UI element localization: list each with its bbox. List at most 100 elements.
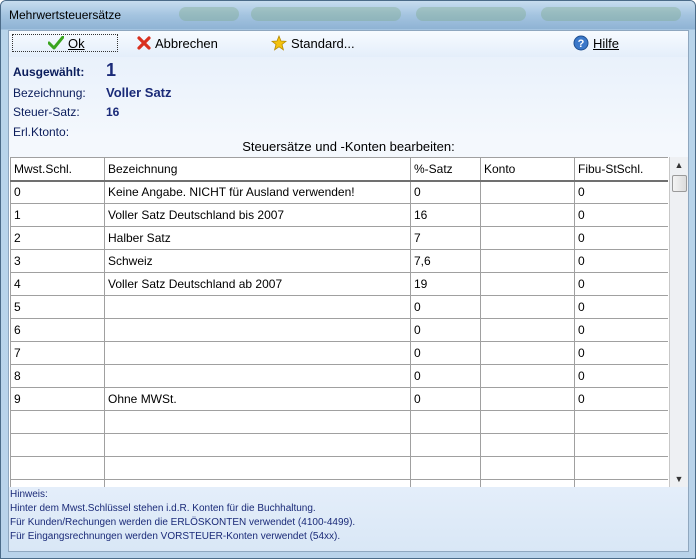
- cell-bezeichnung[interactable]: [104, 479, 411, 487]
- cell-mwst-schl[interactable]: 7: [10, 341, 105, 365]
- table-row[interactable]: 5 0 0: [10, 295, 668, 319]
- cell-mwst-schl[interactable]: [10, 433, 105, 457]
- title-bar[interactable]: Mehrwertsteuersätze: [1, 1, 695, 29]
- table-row[interactable]: [10, 410, 668, 434]
- scroll-down-icon[interactable]: ▼: [671, 471, 687, 487]
- cell-bezeichnung[interactable]: [104, 295, 411, 319]
- table-row[interactable]: 2 Halber Satz 7 0: [10, 226, 668, 250]
- cell-satz[interactable]: 0: [410, 295, 481, 319]
- cell-konto[interactable]: [480, 226, 575, 250]
- cell-konto[interactable]: [480, 249, 575, 273]
- cell-konto[interactable]: [480, 364, 575, 388]
- cell-konto[interactable]: [480, 180, 575, 204]
- cell-mwst-schl[interactable]: [10, 479, 105, 487]
- scroll-up-icon[interactable]: ▲: [671, 157, 687, 173]
- header-col-konto[interactable]: Konto: [480, 157, 575, 182]
- table-row[interactable]: [10, 456, 668, 480]
- cell-mwst-schl[interactable]: [10, 456, 105, 480]
- header-col-mwst-schl[interactable]: Mwst.Schl.: [10, 157, 105, 182]
- cell-mwst-schl[interactable]: 8: [10, 364, 105, 388]
- cell-fibu-stschl[interactable]: 0: [574, 180, 668, 204]
- table-row[interactable]: 0 Keine Angabe. NICHT für Ausland verwend…: [10, 180, 668, 204]
- cell-fibu-stschl[interactable]: [574, 479, 668, 487]
- table-row[interactable]: 1 Voller Satz Deutschland bis 2007 16 0: [10, 203, 668, 227]
- cell-fibu-stschl[interactable]: 0: [574, 341, 668, 365]
- cell-mwst-schl[interactable]: 0: [10, 180, 105, 204]
- cell-fibu-stschl[interactable]: 0: [574, 226, 668, 250]
- table-row[interactable]: 9 Ohne MWSt. 0 0: [10, 387, 668, 411]
- cell-bezeichnung[interactable]: [104, 410, 411, 434]
- name-label: Bezeichnung:: [13, 86, 86, 100]
- cell-konto[interactable]: [480, 341, 575, 365]
- cell-mwst-schl[interactable]: 9: [10, 387, 105, 411]
- cell-satz[interactable]: 16: [410, 203, 481, 227]
- cell-fibu-stschl[interactable]: 0: [574, 387, 668, 411]
- cell-satz[interactable]: 0: [410, 341, 481, 365]
- cell-satz[interactable]: 19: [410, 272, 481, 296]
- table-row[interactable]: [10, 479, 668, 487]
- cell-fibu-stschl[interactable]: [574, 456, 668, 480]
- header-col-bezeichnung[interactable]: Bezeichnung: [104, 157, 411, 182]
- cell-bezeichnung[interactable]: [104, 318, 411, 342]
- cell-konto[interactable]: [480, 295, 575, 319]
- cell-satz[interactable]: [410, 456, 481, 480]
- cell-mwst-schl[interactable]: [10, 410, 105, 434]
- cell-satz[interactable]: 0: [410, 180, 481, 204]
- cell-bezeichnung[interactable]: Keine Angabe. NICHT für Ausland verwende…: [104, 180, 411, 204]
- table-row[interactable]: 3 Schweiz 7,6 0: [10, 249, 668, 273]
- cell-konto[interactable]: [480, 479, 575, 487]
- header-col-satz[interactable]: %-Satz: [410, 157, 481, 182]
- cell-konto[interactable]: [480, 433, 575, 457]
- cell-konto[interactable]: [480, 203, 575, 227]
- cell-konto[interactable]: [480, 272, 575, 296]
- toolbar: Ok Abbrechen Standard... ? Hilfe: [9, 31, 688, 57]
- cell-mwst-schl[interactable]: 5: [10, 295, 105, 319]
- cell-bezeichnung[interactable]: Schweiz: [104, 249, 411, 273]
- cell-fibu-stschl[interactable]: 0: [574, 364, 668, 388]
- cancel-button[interactable]: Abbrechen: [137, 34, 218, 52]
- cell-satz[interactable]: [410, 479, 481, 487]
- cell-konto[interactable]: [480, 387, 575, 411]
- standard-button[interactable]: Standard...: [271, 34, 355, 52]
- cell-konto[interactable]: [480, 456, 575, 480]
- table-row[interactable]: 7 0 0: [10, 341, 668, 365]
- cell-satz[interactable]: 0: [410, 387, 481, 411]
- cell-satz[interactable]: 0: [410, 364, 481, 388]
- table-row[interactable]: 6 0 0: [10, 318, 668, 342]
- cell-satz[interactable]: 7: [410, 226, 481, 250]
- cell-bezeichnung[interactable]: Voller Satz Deutschland bis 2007: [104, 203, 411, 227]
- cell-fibu-stschl[interactable]: 0: [574, 249, 668, 273]
- cell-konto[interactable]: [480, 318, 575, 342]
- cell-mwst-schl[interactable]: 4: [10, 272, 105, 296]
- cell-mwst-schl[interactable]: 3: [10, 249, 105, 273]
- cell-bezeichnung[interactable]: [104, 456, 411, 480]
- cell-satz[interactable]: 7,6: [410, 249, 481, 273]
- cell-konto[interactable]: [480, 410, 575, 434]
- table-row[interactable]: 8 0 0: [10, 364, 668, 388]
- vertical-scrollbar[interactable]: ▲ ▼: [669, 157, 688, 487]
- cell-fibu-stschl[interactable]: [574, 410, 668, 434]
- cell-mwst-schl[interactable]: 6: [10, 318, 105, 342]
- cell-bezeichnung[interactable]: Halber Satz: [104, 226, 411, 250]
- table-row[interactable]: [10, 433, 668, 457]
- cell-bezeichnung[interactable]: [104, 433, 411, 457]
- scroll-thumb[interactable]: [672, 175, 687, 192]
- cell-bezeichnung[interactable]: Ohne MWSt.: [104, 387, 411, 411]
- cell-fibu-stschl[interactable]: 0: [574, 295, 668, 319]
- cell-fibu-stschl[interactable]: 0: [574, 203, 668, 227]
- cell-mwst-schl[interactable]: 2: [10, 226, 105, 250]
- cell-bezeichnung[interactable]: [104, 364, 411, 388]
- cell-bezeichnung[interactable]: [104, 341, 411, 365]
- table-row[interactable]: 4 Voller Satz Deutschland ab 2007 19 0: [10, 272, 668, 296]
- cell-satz[interactable]: [410, 433, 481, 457]
- cell-fibu-stschl[interactable]: [574, 433, 668, 457]
- header-col-fibu-stschl[interactable]: Fibu-StSchl.: [574, 157, 668, 182]
- ok-button[interactable]: Ok: [12, 34, 118, 52]
- cell-fibu-stschl[interactable]: 0: [574, 272, 668, 296]
- cell-satz[interactable]: 0: [410, 318, 481, 342]
- cell-fibu-stschl[interactable]: 0: [574, 318, 668, 342]
- help-button[interactable]: ? Hilfe: [573, 34, 619, 52]
- cell-bezeichnung[interactable]: Voller Satz Deutschland ab 2007: [104, 272, 411, 296]
- cell-mwst-schl[interactable]: 1: [10, 203, 105, 227]
- cell-satz[interactable]: [410, 410, 481, 434]
